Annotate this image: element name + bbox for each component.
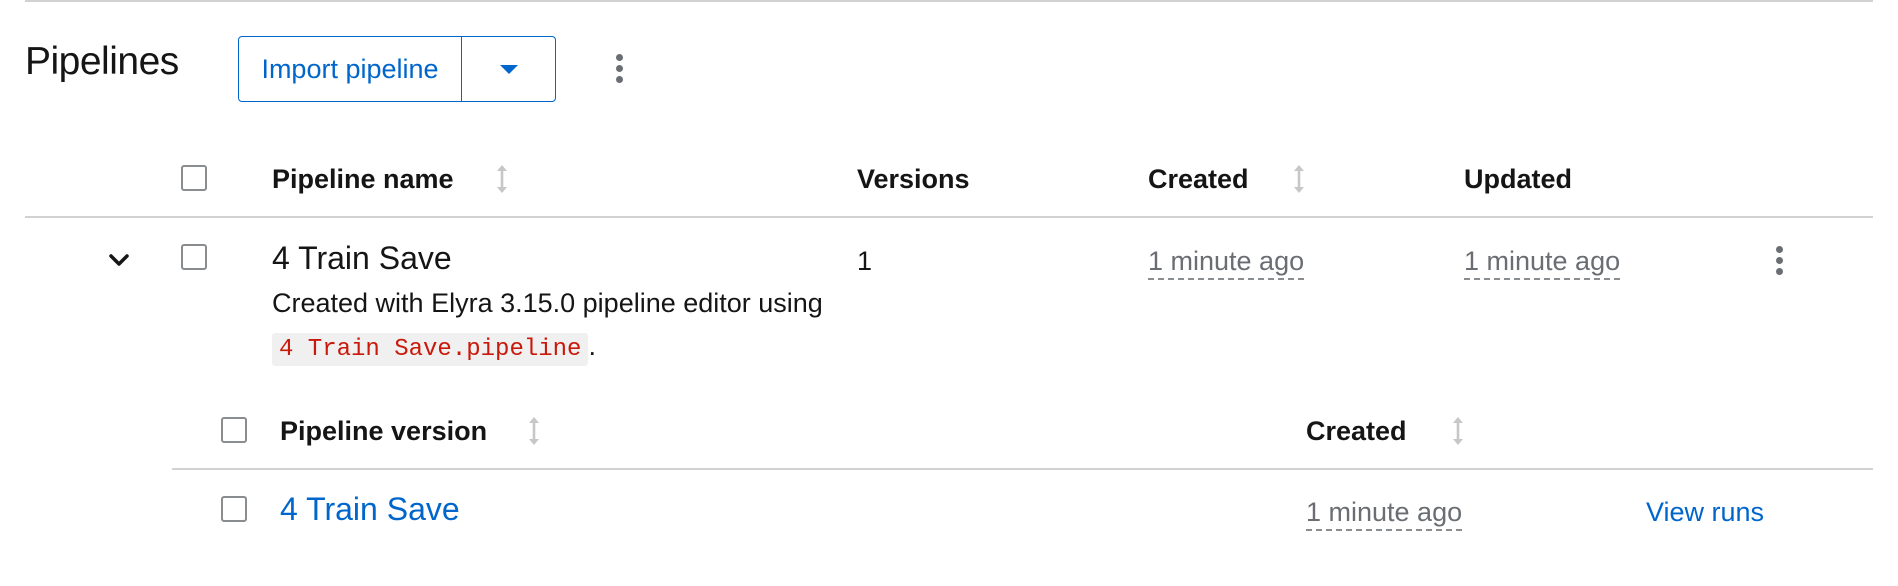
import-options-toggle[interactable] [462,37,555,101]
import-pipeline-button[interactable]: Import pipeline [239,37,462,101]
sort-icon[interactable] [1451,415,1465,447]
view-runs-link[interactable]: View runs [1646,497,1764,528]
caret-down-icon [499,64,518,74]
kebab-dot [1775,245,1783,253]
page-title: Pipelines [25,40,179,83]
column-header-pipeline-name[interactable]: Pipeline name [272,164,454,195]
import-pipeline-split-button: Import pipeline [238,36,556,102]
pipeline-filename-code: 4 Train Save.pipeline [272,333,589,366]
kebab-dot [1775,267,1783,275]
pipeline-row-kebab-menu[interactable] [1764,240,1794,280]
pipeline-description: Created with Elyra 3.15.0 pipeline edito… [272,282,832,371]
kebab-dot [615,53,623,61]
sort-icon[interactable] [1292,163,1306,195]
pipeline-updated-time[interactable]: 1 minute ago [1464,246,1621,280]
pipeline-created-time[interactable]: 1 minute ago [1148,246,1305,280]
kebab-dot [1775,256,1783,264]
select-all-versions-checkbox[interactable] [221,417,247,443]
sort-icon[interactable] [527,415,541,447]
column-header-version-created[interactable]: Created [1306,416,1407,447]
header-divider [25,216,1873,218]
column-header-updated: Updated [1464,164,1572,194]
version-name-link[interactable]: 4 Train Save [280,491,460,528]
version-header-divider [172,468,1873,470]
chevron-down-icon[interactable] [108,253,130,267]
column-header-created[interactable]: Created [1148,164,1249,195]
pipeline-versions-count: 1 [857,246,873,276]
column-header-versions: Versions [857,164,970,194]
kebab-dot [615,75,623,83]
select-all-checkbox[interactable] [181,165,207,191]
sort-icon[interactable] [495,163,509,195]
description-period: . [588,331,596,361]
pipeline-name: 4 Train Save [272,240,452,276]
kebab-dot [615,64,623,72]
version-row-checkbox[interactable] [221,496,247,522]
description-text: Created with Elyra 3.15.0 pipeline edito… [272,288,823,318]
top-divider [25,0,1873,2]
pipeline-row-checkbox[interactable] [181,244,207,270]
version-created-time[interactable]: 1 minute ago [1306,497,1463,531]
column-header-pipeline-version[interactable]: Pipeline version [280,416,487,447]
header-kebab-menu[interactable] [604,48,634,88]
